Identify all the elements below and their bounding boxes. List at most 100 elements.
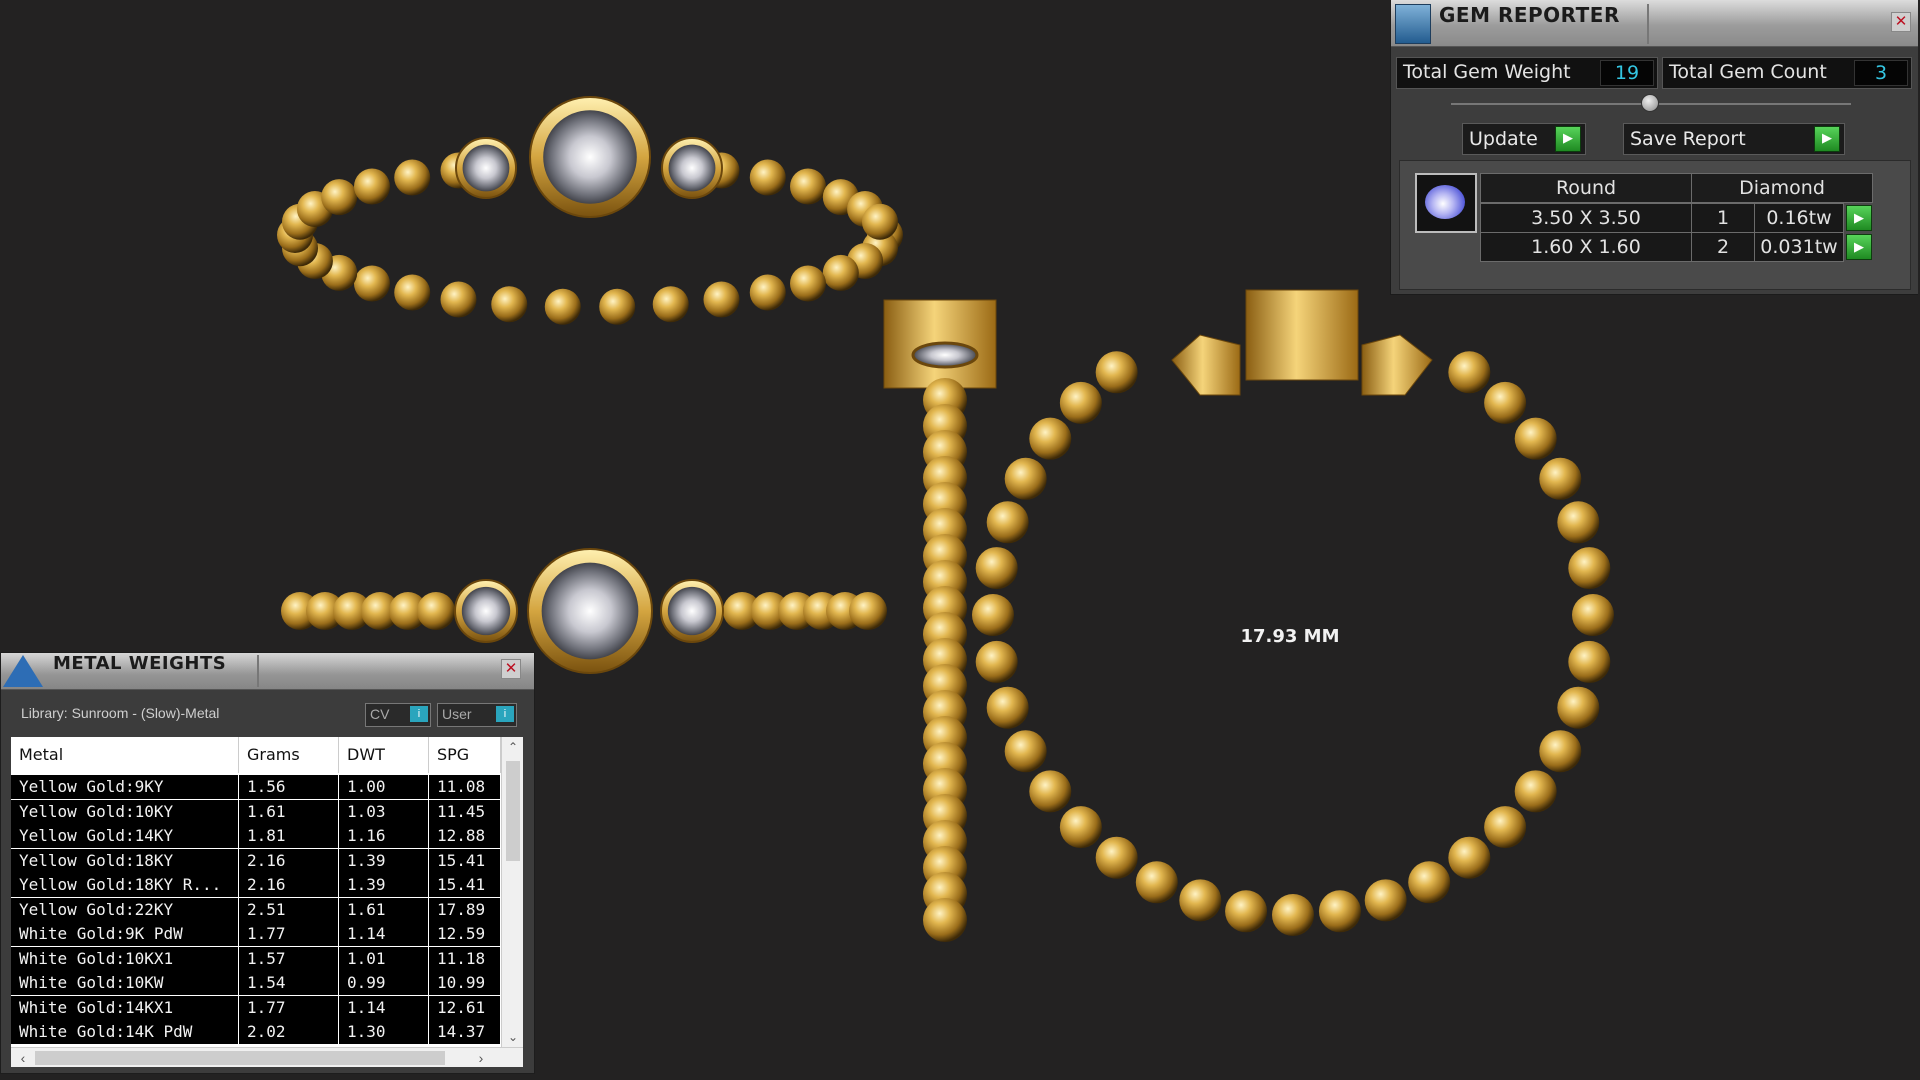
play-arrow-icon[interactable]: ▶	[1846, 234, 1872, 260]
scroll-thumb[interactable]	[35, 1051, 445, 1065]
gem-weight-cell: 0.031tw	[1754, 232, 1844, 262]
save-report-button[interactable]: Save Report ▶	[1623, 123, 1845, 155]
grams-cell: 1.56	[239, 775, 339, 799]
gold-bead	[353, 265, 390, 302]
gold-bead	[1408, 861, 1451, 904]
gold-bead	[975, 547, 1018, 590]
table-row[interactable]: Yellow Gold:22KY 2.51 1.61 17.89	[11, 897, 501, 922]
gold-bead	[1364, 879, 1407, 922]
gold-bead	[1572, 594, 1614, 636]
scroll-left-icon[interactable]: ‹	[15, 1050, 31, 1066]
gold-bead	[972, 594, 1014, 636]
table-row[interactable]: Yellow Gold:9KY 1.56 1.00 11.08	[11, 775, 501, 799]
metal-column-header[interactable]: Metal	[11, 737, 239, 773]
gold-bead	[440, 281, 477, 318]
gold-bead	[749, 274, 786, 311]
update-button[interactable]: Update ▶	[1462, 123, 1586, 155]
diamond-stone	[543, 110, 637, 204]
band-shank	[1245, 289, 1359, 381]
scroll-up-icon[interactable]: ⌃	[505, 739, 521, 755]
table-row[interactable]: White Gold:10KX1 1.57 1.01 11.18	[11, 946, 501, 971]
gold-bead	[1448, 351, 1491, 394]
grams-cell: 1.61	[239, 799, 339, 824]
scroll-right-icon[interactable]: ›	[473, 1050, 489, 1066]
gold-bead	[1557, 686, 1600, 729]
gold-bead	[849, 592, 887, 630]
metal-weights-table: Metal Grams DWT SPG Yellow Gold:9KY 1.56 1…	[11, 737, 523, 1067]
gold-bead	[1059, 381, 1102, 424]
dwt-column-header[interactable]: DWT	[339, 737, 429, 773]
diamond-stone	[462, 144, 510, 192]
gold-bead	[790, 265, 827, 302]
bezel-setting	[1171, 334, 1241, 396]
gem-size-cell: 1.60 X 1.60	[1480, 232, 1692, 262]
scroll-thumb[interactable]	[506, 761, 520, 861]
spg-cell: 15.41	[429, 848, 501, 873]
round-diamond-icon[interactable]	[1415, 173, 1477, 233]
gem-slider-handle[interactable]	[1641, 94, 1659, 112]
metal-weights-close-icon[interactable]: ✕	[501, 659, 521, 679]
gold-bead	[923, 898, 967, 942]
gold-bead	[749, 159, 786, 196]
spg-cell: 14.37	[429, 1020, 501, 1044]
grams-cell: 1.57	[239, 946, 339, 971]
gem-count-cell: 2	[1691, 232, 1755, 262]
title-divider	[257, 655, 259, 687]
ring-diameter-label: 17.93 MM	[1240, 626, 1340, 647]
table-row[interactable]: Yellow Gold:18KY 2.16 1.39 15.41	[11, 848, 501, 873]
metal-cell: Yellow Gold:10KY	[11, 799, 239, 824]
dwt-cell: 1.30	[339, 1020, 429, 1044]
gold-bead	[1004, 457, 1047, 500]
gold-bead	[1539, 730, 1582, 773]
spg-column-header[interactable]: SPG	[429, 737, 501, 773]
table-row[interactable]: White Gold:14K PdW 2.02 1.30 14.37	[11, 1020, 501, 1044]
metal-table-header: Metal Grams DWT SPG	[11, 737, 501, 773]
user-toggle[interactable]: User i	[437, 703, 517, 727]
cv-toggle[interactable]: CV i	[365, 703, 431, 727]
metal-table-body: Yellow Gold:9KY 1.56 1.00 11.08 Yellow Gold:…	[11, 775, 501, 1045]
table-row[interactable]: White Gold:14KX1 1.77 1.14 12.61	[11, 995, 501, 1020]
gold-bead	[1568, 547, 1611, 590]
gold-bead	[491, 286, 528, 323]
user-label: User	[442, 706, 472, 722]
gold-bead	[417, 592, 455, 630]
spg-cell: 17.89	[429, 897, 501, 922]
grams-cell: 1.54	[239, 971, 339, 995]
metal-cell: Yellow Gold:9KY	[11, 775, 239, 799]
table-row[interactable]: White Gold:10KW 1.54 0.99 10.99	[11, 971, 501, 995]
table-row[interactable]: Yellow Gold:18KY R... 2.16 1.39 15.41	[11, 873, 501, 897]
metal-cell: White Gold:10KW	[11, 971, 239, 995]
table-row[interactable]: Yellow Gold:10KY 1.61 1.03 11.45	[11, 799, 501, 824]
gem-reporter-close-icon[interactable]: ✕	[1891, 12, 1911, 32]
gold-bead	[599, 288, 636, 325]
dwt-cell: 1.14	[339, 922, 429, 946]
play-arrow-icon[interactable]: ▶	[1846, 205, 1872, 231]
type-header: Diamond	[1691, 173, 1873, 203]
ring-perspective-view	[277, 96, 903, 325]
spg-cell: 11.18	[429, 946, 501, 971]
diamond-stone	[668, 144, 716, 192]
bezel-setting	[1361, 334, 1433, 396]
metal-cell: White Gold:10KX1	[11, 946, 239, 971]
total-gem-count-label: Total Gem Count	[1669, 61, 1827, 83]
horizontal-scrollbar[interactable]: ‹ ›	[11, 1047, 523, 1067]
metal-weights-title: METAL WEIGHTS	[53, 653, 227, 674]
gold-bead	[1514, 417, 1557, 460]
update-label: Update	[1469, 128, 1538, 150]
gem-reporter-titlebar[interactable]: GEM REPORTER ✕	[1391, 0, 1918, 47]
gold-bead	[1557, 501, 1600, 544]
vertical-scrollbar[interactable]: ⌃ ⌄	[501, 737, 523, 1047]
table-row[interactable]: White Gold:9K PdW 1.77 1.14 12.59	[11, 922, 501, 946]
gold-bead	[1272, 894, 1314, 936]
metal-weights-titlebar[interactable]: METAL WEIGHTS ✕	[1, 653, 534, 690]
gold-bead	[1514, 770, 1557, 813]
grams-cell: 1.77	[239, 995, 339, 1020]
metal-cell: Yellow Gold:18KY R...	[11, 873, 239, 897]
scroll-down-icon[interactable]: ⌄	[505, 1029, 521, 1045]
save-report-label: Save Report	[1630, 128, 1746, 150]
spg-cell: 11.45	[429, 799, 501, 824]
grams-column-header[interactable]: Grams	[239, 737, 339, 773]
table-row[interactable]: Yellow Gold:14KY 1.81 1.16 12.88	[11, 824, 501, 848]
info-icon: i	[496, 706, 514, 722]
play-arrow-icon: ▶	[1814, 126, 1840, 152]
